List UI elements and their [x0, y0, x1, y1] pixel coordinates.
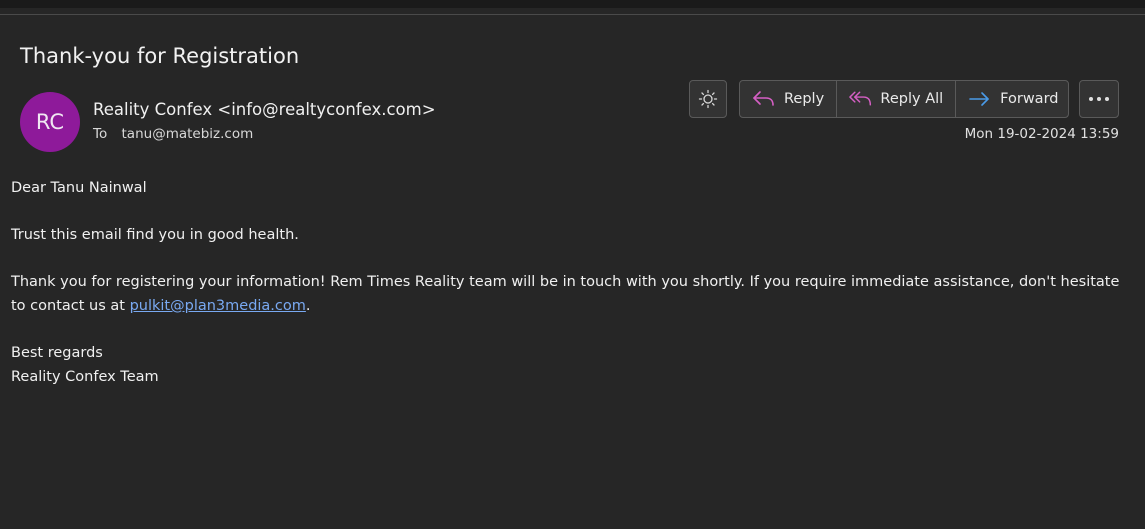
received-date: Mon 19-02-2024 13:59 [964, 126, 1119, 142]
body-paragraph: Thank you for registering your informati… [11, 270, 1121, 318]
closing-text: Best regards [11, 345, 103, 361]
body-line: Trust this email find you in good health… [11, 227, 299, 243]
message-actions: Reply Reply All Forward [739, 80, 1069, 118]
to-label: To [93, 126, 108, 142]
reply-all-button[interactable]: Reply All [836, 81, 955, 117]
recipient-address[interactable]: tanu@matebiz.com [122, 126, 254, 142]
window-top-bar [0, 0, 1145, 8]
greeting-text: Dear Tanu Nainwal [11, 180, 147, 196]
contact-email-link[interactable]: pulkit@plan3media.com [130, 298, 306, 314]
recipient-line: To tanu@matebiz.com [93, 126, 253, 142]
more-icon [1089, 97, 1109, 101]
header-divider [0, 14, 1145, 15]
theme-toggle-button[interactable] [689, 80, 727, 118]
sender-name[interactable]: Reality Confex <info@realtyconfex.com> [93, 100, 436, 119]
email-body: Dear Tanu Nainwal Trust this email find … [11, 176, 1121, 389]
reply-all-label: Reply All [880, 91, 944, 107]
signature-text: Reality Confex Team [11, 369, 159, 385]
more-actions-button[interactable] [1079, 80, 1119, 118]
forward-button[interactable]: Forward [955, 81, 1068, 117]
reply-label: Reply [784, 91, 825, 107]
body-text-end: . [305, 298, 311, 314]
forward-label: Forward [1000, 91, 1059, 107]
reply-all-icon [849, 91, 872, 106]
avatar-initials: RC [35, 110, 65, 134]
sun-icon [698, 89, 718, 109]
sender-avatar[interactable]: RC [20, 92, 80, 152]
forward-icon [969, 92, 989, 106]
reply-button[interactable]: Reply [740, 81, 836, 117]
reply-icon [753, 91, 774, 106]
email-subject: Thank-you for Registration [20, 44, 300, 68]
